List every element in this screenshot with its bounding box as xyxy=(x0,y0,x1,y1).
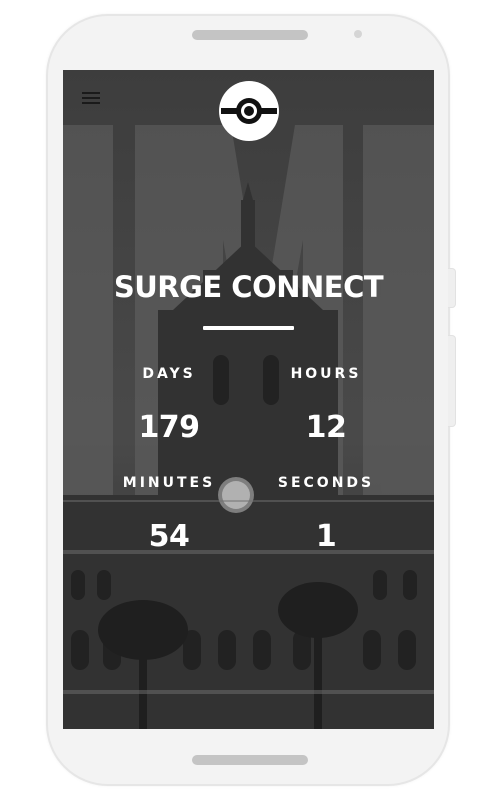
phone-home-bar xyxy=(192,755,308,765)
app-title: SURGE CONNECT xyxy=(113,270,384,304)
phone-power-button xyxy=(448,268,456,308)
eye-logo-icon[interactable] xyxy=(218,80,280,142)
app-screen: SURGE CONNECT DAYS HOURS 179 12 MINUTES … xyxy=(63,70,434,729)
title-underline xyxy=(203,326,294,330)
countdown-days-value: 179 xyxy=(138,410,200,445)
hamburger-menu-icon[interactable] xyxy=(82,92,100,104)
phone-camera xyxy=(354,30,362,38)
phone-volume-button xyxy=(448,335,456,427)
countdown-hours-value: 12 xyxy=(305,410,347,445)
countdown-minutes-value: 54 xyxy=(148,519,190,554)
countdown-seconds-value: 1 xyxy=(315,519,337,554)
countdown-seconds-label: SECONDS xyxy=(277,475,375,491)
phone-speaker xyxy=(192,30,308,40)
countdown-minutes-label: MINUTES xyxy=(122,475,216,491)
countdown-hours-label: HOURS xyxy=(290,366,362,382)
countdown-days-label: DAYS xyxy=(142,366,196,382)
background-overlay xyxy=(63,70,434,729)
